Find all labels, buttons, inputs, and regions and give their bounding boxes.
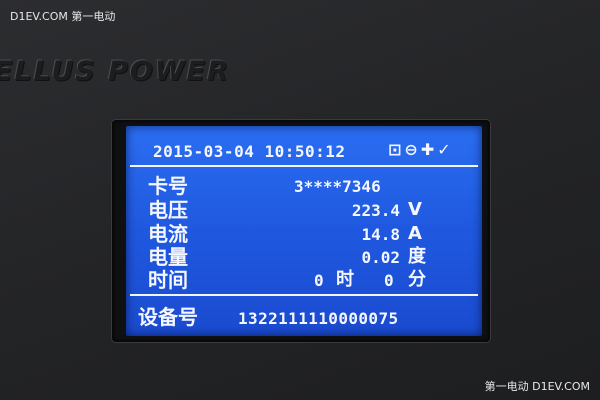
watermark-top: D1EV.COM 第一电动 [10, 10, 116, 23]
antenna-icon: ✚ [420, 140, 435, 159]
duration-hours-unit: 时 [336, 269, 354, 290]
lcd-header: 2015-03-04 10:50:12 ⊡ ⊖ ✚ ✓ [126, 126, 482, 170]
duration-label: 时间 [148, 268, 188, 292]
duration-hours-value: 0 [314, 271, 324, 290]
datetime-readout: 2015-03-04 10:50:12 [153, 142, 346, 161]
lock-icon: ⊡ [388, 140, 402, 159]
card-number-label: 卡号 [148, 174, 188, 198]
current-value: 14.8 [361, 225, 400, 244]
footer-divider [130, 294, 478, 296]
current-row: 电流 14.8 A [126, 222, 482, 246]
duration-minutes-value: 0 [384, 271, 394, 290]
device-number-row: 设备号 1322111110000075 [126, 302, 482, 332]
voltage-value: 223.4 [351, 201, 400, 220]
energy-unit: 度 [408, 246, 426, 267]
energy-row: 电量 0.02 度 [126, 245, 482, 269]
current-unit: A [408, 223, 422, 244]
energy-label: 电量 [148, 245, 188, 269]
energy-value: 0.02 [361, 248, 400, 267]
voltage-row: 电压 223.4 V [126, 198, 482, 222]
plug-icon: ⊖ [404, 140, 418, 159]
lcd-screen: 2015-03-04 10:50:12 ⊡ ⊖ ✚ ✓ 卡号 3****7346… [126, 126, 482, 336]
device-number-label: 设备号 [138, 305, 198, 329]
duration-minutes-unit: 分 [408, 269, 426, 290]
voltage-unit: V [408, 199, 422, 220]
check-icon: ✓ [437, 140, 451, 159]
brand-logo-text: ELLUS POWER [0, 56, 230, 87]
device-number-value: 1322111110000075 [238, 309, 399, 328]
watermark-bottom: 第一电动 D1EV.COM [484, 380, 590, 393]
voltage-label: 电压 [148, 198, 188, 222]
header-divider [130, 165, 478, 167]
current-label: 电流 [148, 222, 188, 246]
duration-row: 时间 0 时 0 分 [126, 268, 482, 292]
card-number-value: 3****7346 [294, 177, 381, 196]
status-icon-bar: ⊡ ⊖ ✚ ✓ [388, 140, 451, 160]
card-number-row: 卡号 3****7346 [126, 174, 482, 198]
